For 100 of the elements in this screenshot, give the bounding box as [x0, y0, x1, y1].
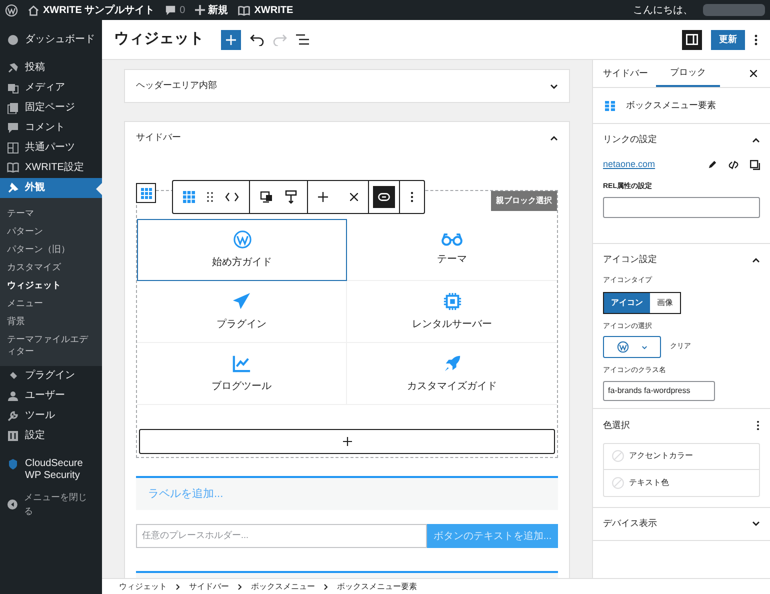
book-icon: [7, 162, 19, 174]
plus-icon: [226, 34, 236, 44]
add-item-button[interactable]: [139, 429, 555, 454]
grid-icon: [140, 188, 152, 198]
search-field[interactable]: 任意のプレースホルダー...: [136, 524, 427, 548]
menu-item[interactable]: プラグイン: [0, 366, 102, 386]
drag-handle-icon[interactable]: [207, 192, 213, 202]
media-icon: [7, 82, 19, 94]
collapse-menu-button[interactable]: メニューを閉じる: [0, 486, 102, 523]
pin-icon: [7, 62, 19, 74]
box-menu-item[interactable]: レンタルサーバー: [347, 281, 557, 343]
panel-header[interactable]: デバイス表示: [603, 508, 760, 540]
block-title: ボックスメニュー要素: [626, 98, 716, 112]
grid-icon: [7, 142, 19, 154]
color-option[interactable]: アクセントカラー: [604, 444, 759, 470]
list-view-icon[interactable]: [296, 34, 309, 45]
submenu-item[interactable]: メニュー: [0, 294, 102, 312]
menu-item[interactable]: CloudSecure WP Security: [0, 454, 102, 486]
greeting-text: こんにちは、: [633, 4, 693, 18]
widget-area-header[interactable]: ヘッダーエリア内部: [125, 70, 569, 102]
user-icon: [7, 390, 19, 402]
panel-header[interactable]: リンクの設定: [603, 124, 760, 156]
submenu-item[interactable]: パターン: [0, 222, 102, 240]
add-block-button[interactable]: [221, 30, 241, 50]
menu-item[interactable]: 共通パーツ: [0, 138, 102, 158]
menu-item[interactable]: コメント: [0, 118, 102, 138]
rel-input-field[interactable]: [603, 197, 760, 218]
chevron-down-icon: [752, 520, 760, 527]
breadcrumb-link[interactable]: ウィジェット: [119, 580, 167, 592]
breadcrumb-link[interactable]: ボックスメニュー要素: [337, 580, 417, 592]
paintbrush-icon: [7, 182, 19, 194]
url-link[interactable]: netaone.com: [603, 158, 697, 172]
menu-item[interactable]: 固定ページ: [0, 98, 102, 118]
unlink-icon[interactable]: [728, 160, 739, 170]
wordpress-logo-icon[interactable]: [5, 4, 18, 16]
link-button[interactable]: [373, 186, 395, 208]
device-icon[interactable]: [260, 190, 273, 204]
menu-item[interactable]: XWRITE設定: [0, 158, 102, 178]
comment-icon: [7, 122, 19, 134]
submenu-item[interactable]: カスタマイズ: [0, 258, 102, 276]
comment-count[interactable]: 0: [180, 2, 186, 18]
box-menu-item[interactable]: テーマ: [347, 219, 557, 281]
widget-area-header[interactable]: サイドバー: [136, 122, 558, 154]
new-link[interactable]: 新規: [208, 2, 228, 18]
more-icon[interactable]: [754, 34, 758, 46]
book-icon: [238, 4, 250, 16]
paint-roller-icon[interactable]: [285, 190, 297, 204]
sidebar-toggle-button[interactable]: [682, 30, 702, 50]
breadcrumb-link[interactable]: サイドバー: [189, 580, 229, 592]
chevron-up-icon: [752, 136, 760, 144]
plus-icon: [342, 437, 352, 446]
menu-item[interactable]: ユーザー: [0, 386, 102, 406]
update-button[interactable]: 更新: [711, 30, 745, 50]
icon-class-field[interactable]: fa-brands fa-wordpress: [603, 380, 715, 400]
site-name-link[interactable]: XWRITE サンプルサイト: [43, 2, 155, 18]
microchip-icon: [442, 292, 462, 310]
close-icon[interactable]: [750, 70, 757, 77]
plus-icon[interactable]: [318, 192, 328, 202]
sidebar-icon: [686, 34, 698, 45]
pencil-icon[interactable]: [708, 160, 717, 170]
more-icon[interactable]: [756, 420, 760, 431]
panel-header[interactable]: アイコン設定: [603, 244, 760, 276]
box-menu-item[interactable]: プラグイン: [137, 281, 347, 343]
menu-item[interactable]: ダッシュボード: [0, 30, 102, 50]
icon-type-toggle[interactable]: アイコン: [604, 292, 650, 312]
grid-icon[interactable]: [183, 191, 195, 203]
parent-block-select-button[interactable]: 親ブロック選択: [491, 191, 557, 211]
parent-block-icon[interactable]: [136, 183, 156, 203]
box-menu-item[interactable]: 始め方ガイド: [137, 219, 347, 281]
box-menu-item[interactable]: ブログツール: [137, 343, 347, 405]
menu-item[interactable]: メディア: [0, 78, 102, 98]
chevron-down-icon: [640, 344, 648, 350]
panel-title: 色選択: [603, 418, 630, 432]
submenu-item[interactable]: ウィジェット: [0, 276, 102, 294]
wrench-icon: [7, 410, 19, 422]
menu-item[interactable]: ツール: [0, 406, 102, 426]
home-icon: [28, 4, 39, 16]
box-menu-item[interactable]: カスタマイズガイド: [347, 343, 557, 405]
menu-item[interactable]: 外観: [0, 178, 102, 198]
inspector-tab[interactable]: サイドバー: [595, 60, 656, 87]
chevron-up-icon: [752, 256, 760, 264]
submenu-item[interactable]: テーマファイルエディター: [0, 330, 102, 360]
icon-dropdown[interactable]: [603, 336, 661, 358]
copy-icon[interactable]: [750, 160, 760, 170]
move-arrows-icon[interactable]: [225, 192, 239, 202]
more-icon[interactable]: [410, 191, 414, 203]
redacted-name: [703, 4, 765, 16]
inspector-tab[interactable]: ブロック: [656, 60, 720, 87]
breadcrumb-link[interactable]: ボックスメニュー: [251, 580, 315, 592]
undo-icon[interactable]: [250, 34, 264, 46]
no-color-swatch-icon: [612, 476, 624, 488]
theme-link[interactable]: XWRITE: [254, 2, 294, 18]
submenu-item[interactable]: 背景: [0, 312, 102, 330]
line-chart-icon: [232, 354, 251, 372]
close-icon[interactable]: [350, 193, 358, 201]
submenu-item[interactable]: テーマ: [0, 204, 102, 222]
submenu-item[interactable]: パターン（旧）: [0, 240, 102, 258]
menu-item[interactable]: 投稿: [0, 58, 102, 78]
color-option[interactable]: テキスト色: [604, 470, 759, 496]
menu-item[interactable]: 設定: [0, 426, 102, 446]
